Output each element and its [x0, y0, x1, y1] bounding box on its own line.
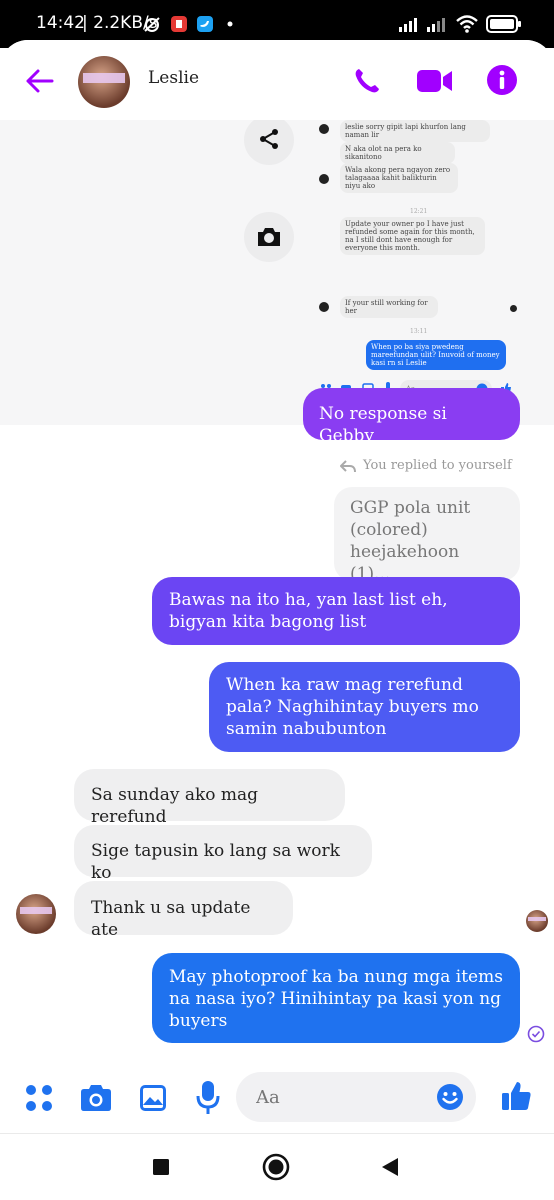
camera-icon: [258, 228, 280, 246]
phone-icon[interactable]: [352, 66, 382, 96]
share-icon: [260, 129, 278, 149]
mini-avatar: [319, 124, 329, 134]
mini-read-avatar: [510, 305, 517, 312]
recent-apps-icon[interactable]: [152, 1158, 170, 1176]
thumbs-up-icon[interactable]: [500, 1080, 532, 1112]
contact-name[interactable]: Leslie: [148, 68, 199, 88]
battery-icon: [486, 15, 521, 33]
shared-screenshot-image[interactable]: leslie sorry gipit lapi khurfon lang nam…: [0, 120, 554, 425]
app-notification-icon: [171, 16, 187, 32]
message-incoming[interactable]: Sige tapusin ko lang sa work ko: [74, 825, 372, 883]
message-incoming[interactable]: Thank u sa update ate: [74, 881, 293, 940]
reply-label-text: You replied to yourself: [363, 458, 512, 473]
mini-message: Update your owner po I have just refunde…: [340, 217, 485, 255]
chat-header: Leslie: [0, 40, 554, 121]
mini-avatar: [319, 174, 329, 184]
twitter-notification-icon: [197, 16, 213, 32]
wifi-icon: [456, 15, 478, 33]
gallery-icon[interactable]: [138, 1083, 168, 1113]
camera-icon[interactable]: [79, 1084, 113, 1112]
back-icon[interactable]: [381, 1157, 399, 1177]
share-button[interactable]: [244, 120, 294, 165]
mini-message: Wala akong pera ngayon zero talagaaaa ka…: [340, 163, 458, 193]
signal-icon: [399, 18, 417, 32]
system-nav-bar: [0, 1133, 554, 1200]
contact-avatar[interactable]: [78, 56, 130, 108]
message-input[interactable]: [254, 1086, 418, 1109]
seen-avatar: [526, 910, 548, 932]
home-icon[interactable]: [262, 1153, 290, 1181]
message-outgoing[interactable]: May photoproof ka ba nung mga items na n…: [152, 953, 520, 1043]
reply-arrow-icon: [340, 460, 356, 473]
sent-check-icon: [527, 1025, 545, 1043]
chat-screen: Leslie leslie sorry gipit lapi khurfon l…: [0, 40, 554, 1200]
mini-message: When po ba siya pwedeng mareefundan ulit…: [366, 340, 506, 370]
emoji-icon[interactable]: [436, 1083, 464, 1111]
message-outgoing[interactable]: No response si Gebby: [303, 388, 520, 446]
status-time: 14:42: [36, 13, 85, 33]
mini-message: N aka olot na pera ko sikanitono: [340, 142, 455, 164]
mic-icon[interactable]: [196, 1080, 220, 1116]
composer-bar: [0, 1060, 554, 1140]
menu-dots-icon[interactable]: [25, 1084, 53, 1112]
message-outgoing[interactable]: When ka raw mag rerefund pala? Naghihint…: [209, 662, 520, 752]
mini-message: leslie sorry gipit lapi khurfon lang nam…: [340, 120, 490, 142]
reply-label: You replied to yourself: [340, 458, 512, 473]
video-icon[interactable]: [416, 68, 454, 94]
mini-timestamp: 12:21: [410, 208, 428, 215]
back-arrow-icon[interactable]: [24, 68, 54, 94]
alarm-off-icon: [144, 17, 160, 32]
save-image-button[interactable]: [244, 212, 294, 262]
mini-avatar: [319, 302, 329, 312]
info-icon[interactable]: [486, 64, 518, 96]
mini-timestamp: 13:11: [410, 328, 428, 335]
sender-avatar[interactable]: [16, 894, 56, 934]
signal-2-icon: [427, 18, 445, 32]
message-incoming[interactable]: Sa sunday ako mag rerefund: [74, 769, 345, 827]
message-input-container[interactable]: [236, 1072, 476, 1122]
dot-icon: [227, 21, 233, 27]
mini-message: If your still working for her: [340, 296, 438, 318]
message-outgoing[interactable]: Bawas na ito ha, yan last list eh, bigya…: [152, 577, 520, 645]
reply-preview[interactable]: GGP pola unit (colored) heejakehoon (1).…: [334, 487, 520, 584]
